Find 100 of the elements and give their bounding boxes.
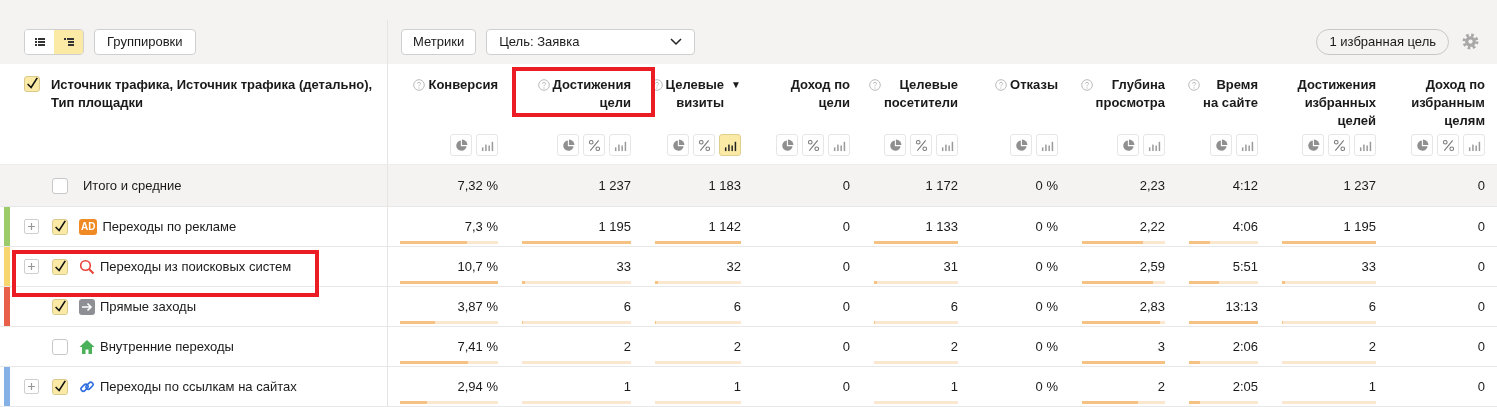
settings-icon[interactable] xyxy=(1462,33,1479,50)
pie-chart-button[interactable] xyxy=(1210,134,1232,156)
table-cell-text: 2,23 xyxy=(1139,176,1165,195)
groupings-button[interactable]: Группировки xyxy=(94,29,196,55)
table-cell-text: 7,3 % xyxy=(463,219,498,235)
table-cell-text: 0 xyxy=(842,176,850,195)
pie-chart-button[interactable] xyxy=(1117,134,1139,156)
pie-chart-button[interactable] xyxy=(450,134,472,156)
checkbox[interactable] xyxy=(24,76,40,92)
table-cell-text: 0 % xyxy=(1034,219,1058,235)
tree-view-button[interactable] xyxy=(54,30,83,54)
column-header[interactable]: Доход по избранным целям xyxy=(1411,76,1485,130)
table-cell-text: 10,7 % xyxy=(456,259,498,275)
percent-button[interactable] xyxy=(910,134,932,156)
table-cell-text: 33 xyxy=(615,259,631,275)
pie-chart-icon xyxy=(1214,138,1228,152)
column-header[interactable]: Отказы xyxy=(1010,76,1058,94)
column-header[interactable]: Глубина просмотра xyxy=(1095,76,1165,112)
checkbox[interactable] xyxy=(52,218,68,235)
table-cell-text: 33 xyxy=(1360,259,1376,275)
pie-chart-icon xyxy=(1014,138,1028,152)
tree-list-icon xyxy=(62,36,75,48)
row-label[interactable]: Переходы по рекламе xyxy=(102,216,237,237)
metrics-button[interactable]: Метрики xyxy=(401,29,477,55)
favorite-goals-button[interactable]: 1 избранная цель xyxy=(1316,29,1449,55)
house-icon xyxy=(79,338,95,355)
row-label[interactable]: Переходы из поисковых систем xyxy=(100,256,292,277)
pie-chart-button[interactable] xyxy=(776,134,798,156)
table-cell-text: 1 237 xyxy=(598,176,631,195)
percent-icon xyxy=(1441,138,1455,152)
table-cell-text: 0 xyxy=(1477,176,1485,195)
table-cell-text: 2 xyxy=(949,339,958,355)
table-cell-text: 13:13 xyxy=(1224,299,1258,315)
table-cell-text: 1 xyxy=(1367,379,1376,395)
table-cell-text: 0 xyxy=(841,379,850,395)
table-cell-text: 6 xyxy=(1367,299,1376,315)
percent-button[interactable] xyxy=(1328,134,1350,156)
search-icon xyxy=(79,258,95,275)
checkbox[interactable] xyxy=(52,378,68,395)
checkbox[interactable] xyxy=(52,258,68,275)
pie-chart-button[interactable] xyxy=(1010,134,1032,156)
expand-button[interactable] xyxy=(24,379,39,394)
table-cell-text: 32 xyxy=(725,259,741,275)
table-cell-text: 7,41 % xyxy=(456,339,498,355)
column-header[interactable]: Время на сайте xyxy=(1203,76,1258,112)
row-label: Итого и средние xyxy=(83,176,182,195)
pie-chart-button[interactable] xyxy=(557,134,579,156)
checkbox[interactable] xyxy=(52,298,68,315)
checkbox[interactable] xyxy=(52,338,68,355)
column-header[interactable]: Достижения избранных целей xyxy=(1297,76,1376,130)
table-cell-text: 6 xyxy=(949,299,958,315)
column-header[interactable]: Достижения цели xyxy=(552,76,631,112)
percent-button[interactable] xyxy=(583,134,605,156)
percent-button[interactable] xyxy=(693,134,715,156)
table-cell-text: 0 xyxy=(1476,219,1485,235)
column-header[interactable]: Целевые посетители xyxy=(883,76,958,112)
table-cell-text: 2,83 xyxy=(1138,299,1165,315)
table-cell-text: 2:05 xyxy=(1231,379,1258,395)
table-cell-text: 0 xyxy=(841,219,850,235)
checkbox[interactable] xyxy=(52,177,68,194)
table-cell-text: 0 % xyxy=(1034,299,1058,315)
percent-icon xyxy=(914,138,928,152)
pie-chart-icon xyxy=(454,138,468,152)
goal-dropdown[interactable]: Цель: Заявка xyxy=(486,29,696,55)
pie-chart-button[interactable] xyxy=(667,134,689,156)
row-label[interactable]: Переходы по ссылкам на сайтах xyxy=(100,376,297,397)
source-badge: AD xyxy=(79,218,98,235)
percent-button[interactable] xyxy=(802,134,824,156)
table-cell-text: 1 172 xyxy=(925,176,958,195)
pie-chart-button[interactable] xyxy=(1302,134,1324,156)
plus-icon xyxy=(27,262,36,271)
table-cell-text: 0 % xyxy=(1034,339,1058,355)
table-cell-text: 2,59 xyxy=(1138,259,1165,275)
column-header[interactable]: Доход по цели xyxy=(790,76,850,112)
row-label[interactable]: Прямые заходы xyxy=(100,296,196,317)
table-cell-text: 0 xyxy=(1476,379,1485,395)
list-icon xyxy=(33,36,46,48)
percent-icon xyxy=(806,138,820,152)
bar-chart-button[interactable] xyxy=(719,134,741,156)
table-cell-text: 2,22 xyxy=(1138,219,1165,235)
table-cell-text: 0 xyxy=(1476,339,1485,355)
expand-button[interactable] xyxy=(24,219,39,234)
plus-icon xyxy=(27,382,36,391)
pie-chart-icon xyxy=(1121,138,1135,152)
column-header[interactable]: Целевые визиты xyxy=(665,76,725,112)
pie-chart-icon xyxy=(671,138,685,152)
percent-button[interactable] xyxy=(1437,134,1459,156)
sort-indicator[interactable]: ▼ xyxy=(731,76,741,94)
row-label[interactable]: Внутренние переходы xyxy=(100,336,234,357)
pie-chart-icon xyxy=(1306,138,1320,152)
expand-button[interactable] xyxy=(24,259,39,274)
table-cell-text: 0 % xyxy=(1034,259,1058,275)
table-cell-text: 2,94 % xyxy=(456,379,498,395)
table-cell-text: 0 xyxy=(1476,259,1485,275)
column-header[interactable]: Конверсия xyxy=(428,76,498,94)
percent-icon xyxy=(1332,138,1346,152)
table-cell-text: 1 195 xyxy=(1342,219,1376,235)
pie-chart-button[interactable] xyxy=(1411,134,1433,156)
pie-chart-button[interactable] xyxy=(884,134,906,156)
table-cell-text: 5:51 xyxy=(1231,259,1258,275)
